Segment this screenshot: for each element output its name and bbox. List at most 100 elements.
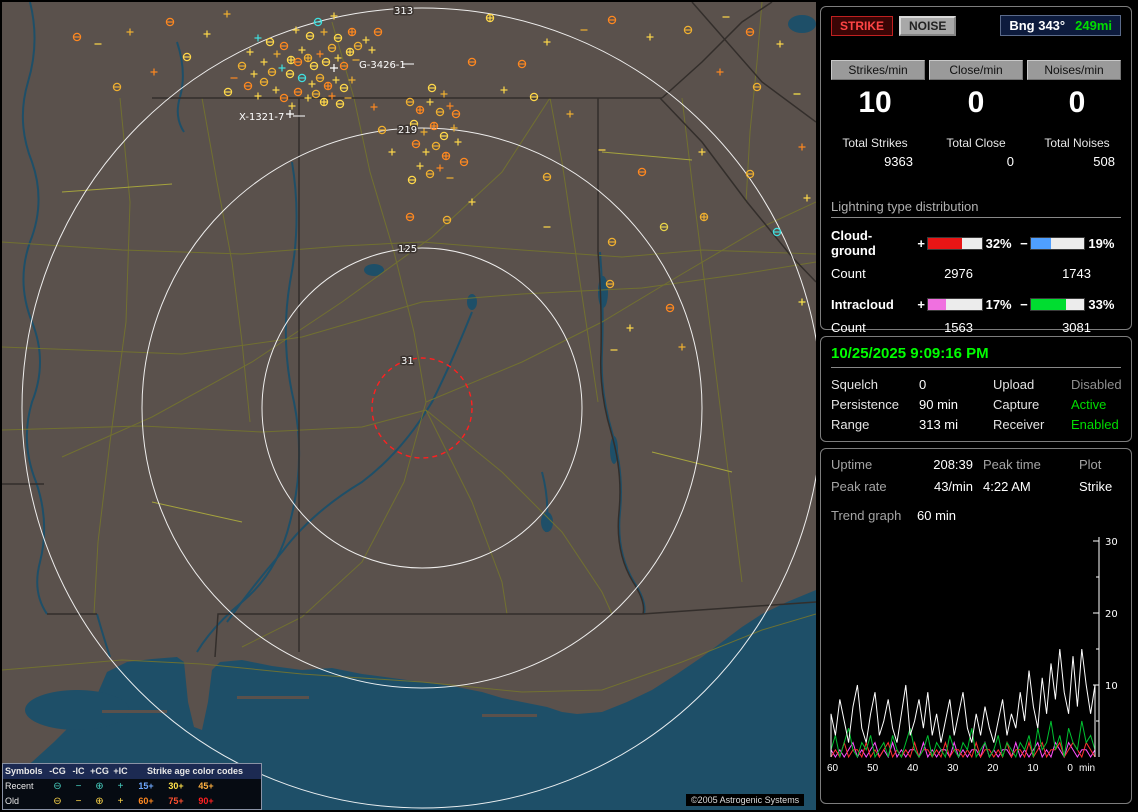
xtick-0: 0	[1067, 763, 1073, 774]
close-per-min-header[interactable]: Close/min	[929, 60, 1023, 80]
map-canvas: 313 219 125 31 G-3426-1 X-1321-7	[2, 2, 816, 810]
noises-per-min-header[interactable]: Noises/min	[1027, 60, 1121, 80]
strikes-per-min-header[interactable]: Strikes/min	[831, 60, 925, 80]
plot-value: Strike	[1079, 479, 1113, 494]
cloud-ground-count-row: Count 2976 1743	[831, 266, 1121, 281]
ic-negative-bar	[1029, 298, 1086, 311]
datetime-display: 10/25/2025 9:09:16 PM	[831, 345, 1121, 368]
range-value: 313 mi	[919, 417, 959, 432]
app-window: { "app": {"copyright": "©2005 Astrogenic…	[0, 0, 1138, 812]
squelch-label: Squelch	[831, 377, 878, 392]
strike-symbol	[347, 27, 357, 37]
ytick-20: 20	[1105, 609, 1118, 620]
session-panel: Uptime 208:39 Peak time Plot Peak rate 4…	[820, 448, 1132, 804]
legend-symbols-label: Symbols	[5, 766, 43, 776]
strike-symbol	[303, 53, 313, 63]
persistence-value: 90 min	[919, 397, 959, 412]
total-strikes-value: 9363	[884, 154, 913, 169]
count-label: Count	[831, 266, 866, 281]
legend-col-cg-pos: +CG	[90, 766, 109, 776]
distribution-title: Lightning type distribution	[831, 199, 1121, 218]
receiver-value: Enabled	[1071, 417, 1119, 432]
xtick-50: 50	[867, 763, 879, 774]
plus-sign: +	[917, 297, 925, 312]
ytick-30: 30	[1105, 537, 1118, 548]
cg-negative-count: 1743	[1062, 266, 1091, 281]
total-noises-label: Total Noises	[1044, 136, 1110, 150]
xtick-40: 40	[907, 763, 919, 774]
trend-x-unit: min	[1079, 763, 1096, 774]
ic-positive-count: 1563	[944, 320, 973, 335]
strike-symbol	[323, 81, 333, 91]
ring-label-313: 313	[394, 6, 413, 17]
xtick-20: 20	[987, 763, 999, 774]
persistence-label: Persistence	[831, 397, 899, 412]
rate-headers: Strikes/min Close/min Noises/min	[831, 60, 1121, 80]
cg-positive-count: 2976	[944, 266, 973, 281]
total-strikes-label: Total Strikes	[842, 136, 908, 150]
age-60: 60+	[138, 796, 154, 806]
cell-label: X-1321-7	[239, 112, 284, 123]
cg-negative-pct: 19%	[1088, 235, 1115, 251]
peak-rate-value: 43/min	[933, 479, 973, 494]
close-per-min-value: 0	[967, 86, 985, 119]
ring-label-125: 125	[398, 244, 417, 255]
legend-recent-label: Recent	[5, 781, 34, 791]
bearing-readout[interactable]: Bng 343° 249mi	[1000, 15, 1121, 36]
minus-sign: −	[1020, 297, 1028, 312]
ic-plus-icon: +	[117, 781, 124, 792]
strike-symbol	[345, 47, 355, 57]
noise-mode-button[interactable]: NOISE	[899, 15, 957, 36]
upload-label: Upload	[993, 377, 1035, 392]
total-close-value: 0	[1006, 154, 1014, 169]
cg-minus-icon: ⊖	[53, 781, 62, 792]
ic-negative-count: 3081	[1062, 320, 1091, 335]
ytick-10: 10	[1105, 681, 1118, 692]
cg-positive-fill	[927, 237, 963, 249]
cg-minus-icon: ⊖	[53, 796, 62, 807]
rate-values: 10 0 0	[831, 86, 1121, 120]
ring-label-219: 219	[398, 125, 417, 136]
ring-label-31: 31	[401, 356, 414, 367]
legend-col-cg-neg: -CG	[49, 766, 66, 776]
peak-time-value: 4:22 AM	[983, 479, 1031, 494]
count-label: Count	[831, 320, 866, 335]
mode-toolbar: STRIKE NOISE Bng 343° 249mi	[831, 15, 1121, 36]
strike-symbol	[415, 105, 425, 115]
trend-series-intracloud-green	[830, 720, 1096, 759]
trend-series-layer	[830, 648, 1096, 759]
total-noises-value: 508	[1093, 154, 1115, 169]
copyright-notice: ©2005 Astrogenic Systems	[686, 794, 805, 806]
xtick-30: 30	[947, 763, 959, 774]
receiver-label: Receiver	[993, 417, 1045, 432]
trend-graph: 30 20 10	[830, 537, 1118, 759]
intracloud-label: Intracloud	[831, 297, 894, 312]
age-45: 45+	[198, 781, 214, 791]
plus-sign: +	[917, 235, 925, 251]
trend-window-value: 60 min	[917, 508, 957, 523]
age-30: 30+	[168, 781, 184, 791]
xtick-60: 60	[827, 763, 839, 774]
cg-plus-icon: ⊕	[95, 796, 104, 807]
cloud-ground-row: Cloud-ground + 32% − 19%	[831, 228, 1121, 258]
legend-age-title: Strike age color codes	[146, 766, 244, 776]
lightning-map[interactable]: 313 219 125 31 G-3426-1 X-1321-7 Symbols…	[2, 2, 816, 810]
upload-value: Disabled	[1071, 377, 1122, 392]
stats-panel: STRIKE NOISE Bng 343° 249mi Strikes/min …	[820, 6, 1132, 335]
strike-symbol	[485, 13, 495, 23]
session-grid: Uptime 208:39 Peak time Plot Peak rate 4…	[831, 457, 1121, 494]
cg-negative-fill	[1030, 237, 1052, 249]
ic-positive-pct: 17%	[985, 297, 1012, 312]
strike-symbol	[699, 212, 709, 222]
strike-mode-button[interactable]: STRIKE	[831, 15, 894, 36]
ic-minus-icon: −	[75, 781, 82, 792]
cg-positive-pct: 32%	[985, 235, 1012, 251]
legend-col-ic-neg: -IC	[72, 766, 85, 776]
legend-old-label: Old	[5, 796, 20, 806]
legend-row-recent: Recent ⊖ − ⊕ + 15+ 30+ 45+	[3, 779, 261, 794]
trend-graph-row: Trend graph 60 min	[831, 508, 1121, 523]
cell-label: G-3426-1	[359, 60, 406, 71]
uptime-value: 208:39	[933, 457, 973, 472]
status-grid: Squelch 0 Upload Disabled Persistence 90…	[831, 377, 1122, 432]
capture-label: Capture	[993, 397, 1040, 412]
